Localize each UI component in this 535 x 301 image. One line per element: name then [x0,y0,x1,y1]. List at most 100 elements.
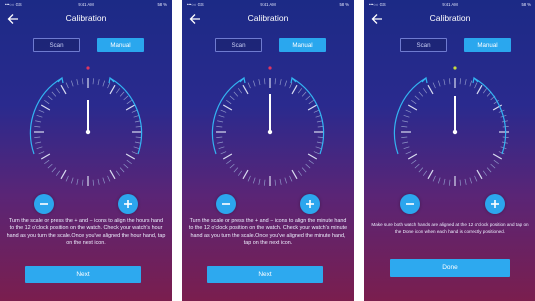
dial-tick [92,179,94,186]
dial-tick [274,78,276,85]
status-bar: •••○○ GS 9:41 AM 58 % [364,0,535,9]
plus-button[interactable] [118,194,138,214]
dial-tick [301,167,307,173]
page-title: Calibration [65,13,107,23]
status-bar: •••○○ GS 9:41 AM 58 % [0,0,172,9]
dial-tick [125,104,136,111]
scan-tab[interactable]: Scan [215,38,262,52]
dial-tick [222,104,233,111]
dial-tick [97,79,100,86]
dial-tick [220,109,227,113]
calibration-screen-minute: •••○○ GS 9:41 AM 58 % Calibration Scan M… [182,0,354,301]
minus-button[interactable] [216,194,236,214]
dial-tick [218,146,225,150]
dial-tick [119,91,125,97]
next-button[interactable]: Next [207,266,323,283]
dial-tick [482,88,488,94]
dial-tick [217,120,224,123]
calibration-dial[interactable] [364,56,535,208]
dial-tick [279,79,282,86]
dial-tick [401,136,408,138]
dial-tick [216,126,223,128]
dial-tick [70,177,74,184]
dial-tick [411,159,417,165]
status-time: 9:41 AM [442,2,458,7]
dial-tick [284,177,288,184]
dial-tick [274,179,276,186]
dial-tick [229,95,235,101]
scan-tab[interactable]: Scan [33,38,80,52]
dial-tick [133,146,140,150]
dial-tick [115,88,121,94]
dial-center [267,129,273,135]
dial-tick [411,99,417,105]
minus-button[interactable] [34,194,54,214]
top-marker-dot [453,66,457,70]
dial-tick [51,167,57,173]
top-marker-dot [268,66,272,70]
dial-tick [459,78,461,85]
manual-tab[interactable]: Manual [464,38,511,52]
dial-tick [229,163,235,169]
dial-tick [233,167,239,173]
dial-tick [92,78,94,85]
done-button[interactable]: Done [390,259,510,277]
dial-tick [414,95,420,101]
dial-tick [405,151,412,155]
plus-button[interactable] [485,194,505,214]
dial-tick [102,80,106,87]
dial-tick [36,146,43,150]
dial-tick [490,163,496,169]
dial-tick [102,177,106,184]
manual-tab[interactable]: Manual [279,38,326,52]
dial-tick [35,120,42,123]
dial-tick [51,91,57,97]
dial-tick [291,84,298,95]
instruction-text: Turn the scale or press the + and − icon… [188,218,348,247]
dial-tick [55,88,61,94]
dial-tick [220,151,227,155]
dial-tick [301,91,307,97]
dial-tick [60,169,67,180]
dial-tick [34,136,41,138]
instruction-text: Make sure both watch hands are aligned a… [371,222,529,234]
dial-tick [469,80,473,87]
top-marker-dot [86,66,90,70]
dial-tick [464,79,467,86]
dial-tick [474,82,478,89]
dial-tick [237,88,243,94]
dial-tick [459,179,461,186]
right-rotate-arc [473,77,507,155]
dial-tick [119,167,125,173]
dial-tick [264,179,266,186]
dial-tick [307,104,318,111]
dial-tick [247,82,251,89]
status-time: 9:41 AM [78,2,94,7]
scan-tab[interactable]: Scan [400,38,447,52]
plus-button[interactable] [300,194,320,214]
dial-tick [403,146,410,150]
dial-tick [313,151,320,155]
dial-tick [126,99,132,105]
page-title: Calibration [429,13,471,23]
dial-tick [36,114,43,118]
dial-tick [443,79,446,86]
calibration-dial[interactable] [182,56,354,208]
dial-tick [305,163,311,169]
dial-tick [305,95,311,101]
dial-tick [482,170,488,176]
manual-tab[interactable]: Manual [97,38,144,52]
dial-tick [449,78,451,85]
dial-tick [476,84,483,95]
battery-level: 58 % [339,2,349,7]
dial-tick [97,178,100,185]
dial-center [452,129,458,135]
dial-tick [402,120,409,123]
dial-tick [55,170,61,176]
dial-tick [226,99,232,105]
next-button[interactable]: Next [25,266,141,283]
dial-tick [289,175,293,182]
battery-level: 58 % [521,2,531,7]
calibration-dial[interactable] [0,56,172,208]
minus-button[interactable] [400,194,420,214]
